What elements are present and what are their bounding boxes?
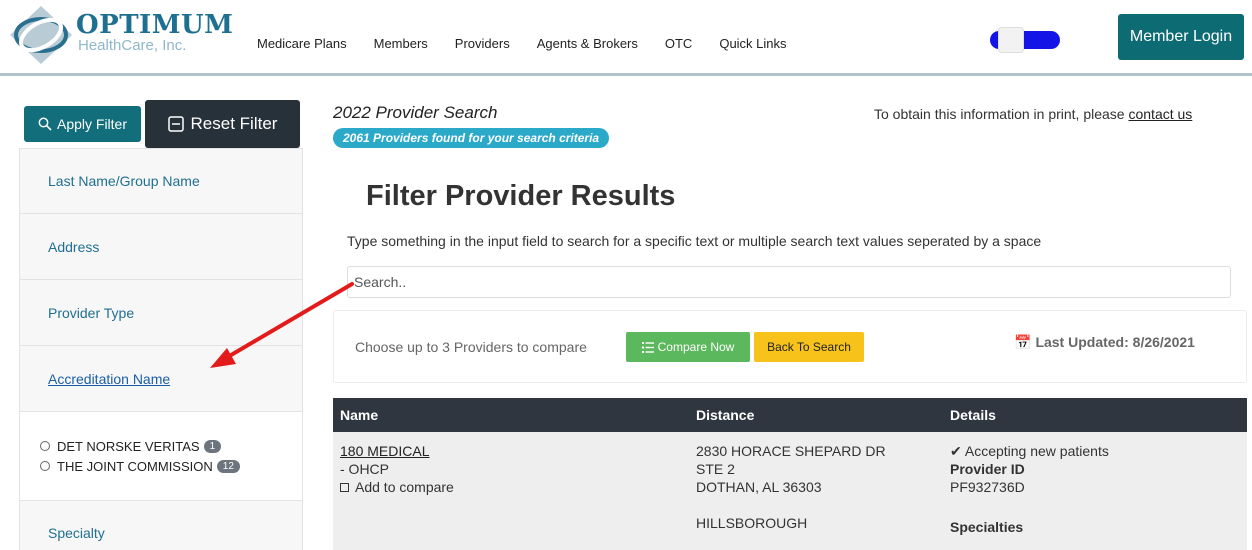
- add-to-compare[interactable]: Add to compare: [340, 478, 690, 496]
- results-count-badge: 2061 Providers found for your search cri…: [333, 128, 610, 148]
- details-spacer: [950, 496, 1247, 514]
- filter-heading: Filter Provider Results: [366, 180, 676, 212]
- print-info: To obtain this information in print, ple…: [874, 106, 1192, 122]
- results-table: Name Distance Details 180 MEDICAL - OHCP…: [333, 398, 1247, 550]
- nav-quick-links[interactable]: Quick Links: [719, 36, 786, 51]
- nav-otc[interactable]: OTC: [665, 36, 692, 51]
- option-label: DET NORSKE VERITAS: [57, 438, 200, 454]
- member-login-button[interactable]: Member Login: [1118, 14, 1244, 60]
- contact-us-link[interactable]: contact us: [1128, 106, 1192, 122]
- provider-name-link[interactable]: 180 MEDICAL: [340, 442, 690, 460]
- address-line-2: STE 2: [696, 461, 735, 477]
- nav-members[interactable]: Members: [374, 36, 428, 51]
- address-line-3: DOTHAN, AL 36303: [696, 479, 822, 495]
- nav-medicare-plans[interactable]: Medicare Plans: [257, 36, 347, 51]
- compare-panel: Choose up to 3 Providers to compare Comp…: [333, 310, 1247, 383]
- back-to-search-button[interactable]: Back To Search: [754, 332, 864, 362]
- apply-filter-label: Apply Filter: [56, 116, 128, 132]
- check-icon: ✔: [950, 443, 965, 459]
- provider-network: - OHCP: [340, 461, 389, 477]
- compare-instruction: Choose up to 3 Providers to compare: [355, 339, 587, 355]
- option-det-norske-veritas[interactable]: DET NORSKE VERITAS 1: [40, 436, 302, 456]
- compare-checkbox[interactable]: [340, 483, 349, 492]
- accessibility-toggle[interactable]: [990, 27, 1060, 53]
- logo-title: OPTIMUM: [76, 10, 234, 40]
- search-instruction: Type something in the input field to sea…: [347, 233, 1042, 249]
- accreditation-options: DET NORSKE VERITAS 1 THE JOINT COMMISSIO…: [19, 412, 303, 500]
- optimum-logo[interactable]: OPTIMUM HealthCare, Inc.: [6, 4, 233, 66]
- option-joint-commission[interactable]: THE JOINT COMMISSION 12: [40, 456, 302, 476]
- header-distance[interactable]: Distance: [690, 407, 944, 423]
- compare-now-button[interactable]: Compare Now: [626, 332, 750, 362]
- print-info-text: To obtain this information in print, ple…: [874, 106, 1129, 122]
- filter-sidebar: Last Name/Group Name Address Provider Ty…: [19, 148, 303, 550]
- compare-now-label: Compare Now: [657, 340, 735, 354]
- address-line-1: 2830 HORACE SHEPARD DR: [696, 443, 886, 459]
- calendar-icon: 📅: [1014, 334, 1032, 350]
- filter-provider-type[interactable]: Provider Type: [19, 280, 303, 346]
- header-details[interactable]: Details: [944, 407, 1247, 423]
- filter-last-name[interactable]: Last Name/Group Name: [19, 148, 303, 214]
- list-icon: [641, 341, 654, 353]
- logo-subtitle: HealthCare, Inc.: [78, 37, 187, 54]
- accepting-text: Accepting new patients: [964, 443, 1109, 459]
- address-spacer: [696, 496, 944, 514]
- filter-address[interactable]: Address: [19, 214, 303, 280]
- count-badge: 1: [203, 439, 222, 453]
- toggle-knob: [998, 27, 1024, 53]
- main-nav: Medicare Plans Members Providers Agents …: [257, 36, 814, 51]
- reset-filter-label: Reset Filter: [190, 114, 278, 133]
- cell-name: 180 MEDICAL - OHCP Add to compare: [333, 432, 690, 550]
- site-header: OPTIMUM HealthCare, Inc. Medicare Plans …: [0, 0, 1252, 76]
- option-label: THE JOINT COMMISSION: [57, 458, 213, 474]
- nav-agents-brokers[interactable]: Agents & Brokers: [537, 36, 638, 51]
- reset-filter-button[interactable]: Reset Filter: [145, 100, 300, 148]
- apply-filter-button[interactable]: Apply Filter: [24, 106, 141, 142]
- accepting-patients: ✔ Accepting new patients: [950, 442, 1247, 460]
- header-name[interactable]: Name: [333, 407, 690, 423]
- minus-square-icon: [167, 116, 184, 132]
- specialties-label: Specialties: [950, 519, 1024, 535]
- nav-providers[interactable]: Providers: [455, 36, 510, 51]
- table-header: Name Distance Details: [333, 398, 1247, 432]
- logo-icon: [10, 6, 72, 64]
- last-updated: 📅 Last Updated: 8/26/2021: [1014, 334, 1195, 351]
- county-text: HILLSBOROUGH: [696, 515, 808, 531]
- table-row: 180 MEDICAL - OHCP Add to compare 2830 H…: [333, 432, 1247, 550]
- count-badge: 12: [216, 459, 240, 473]
- provider-id-value: PF932736D: [950, 479, 1025, 495]
- cell-distance: 2830 HORACE SHEPARD DR STE 2 DOTHAN, AL …: [690, 432, 944, 550]
- radio-button[interactable]: [40, 461, 50, 471]
- search-icon: [38, 117, 52, 131]
- page-title: 2022 Provider Search: [333, 103, 498, 122]
- provider-id-label: Provider ID: [950, 461, 1025, 477]
- last-updated-text: Last Updated: 8/26/2021: [1035, 334, 1195, 350]
- add-to-compare-label: Add to compare: [355, 479, 454, 495]
- filter-accreditation-name[interactable]: Accreditation Name: [19, 346, 303, 412]
- cell-details: ✔ Accepting new patients Provider ID PF9…: [944, 432, 1247, 550]
- radio-button[interactable]: [40, 441, 50, 451]
- search-input[interactable]: [347, 266, 1231, 298]
- filter-specialty[interactable]: Specialty: [19, 500, 303, 550]
